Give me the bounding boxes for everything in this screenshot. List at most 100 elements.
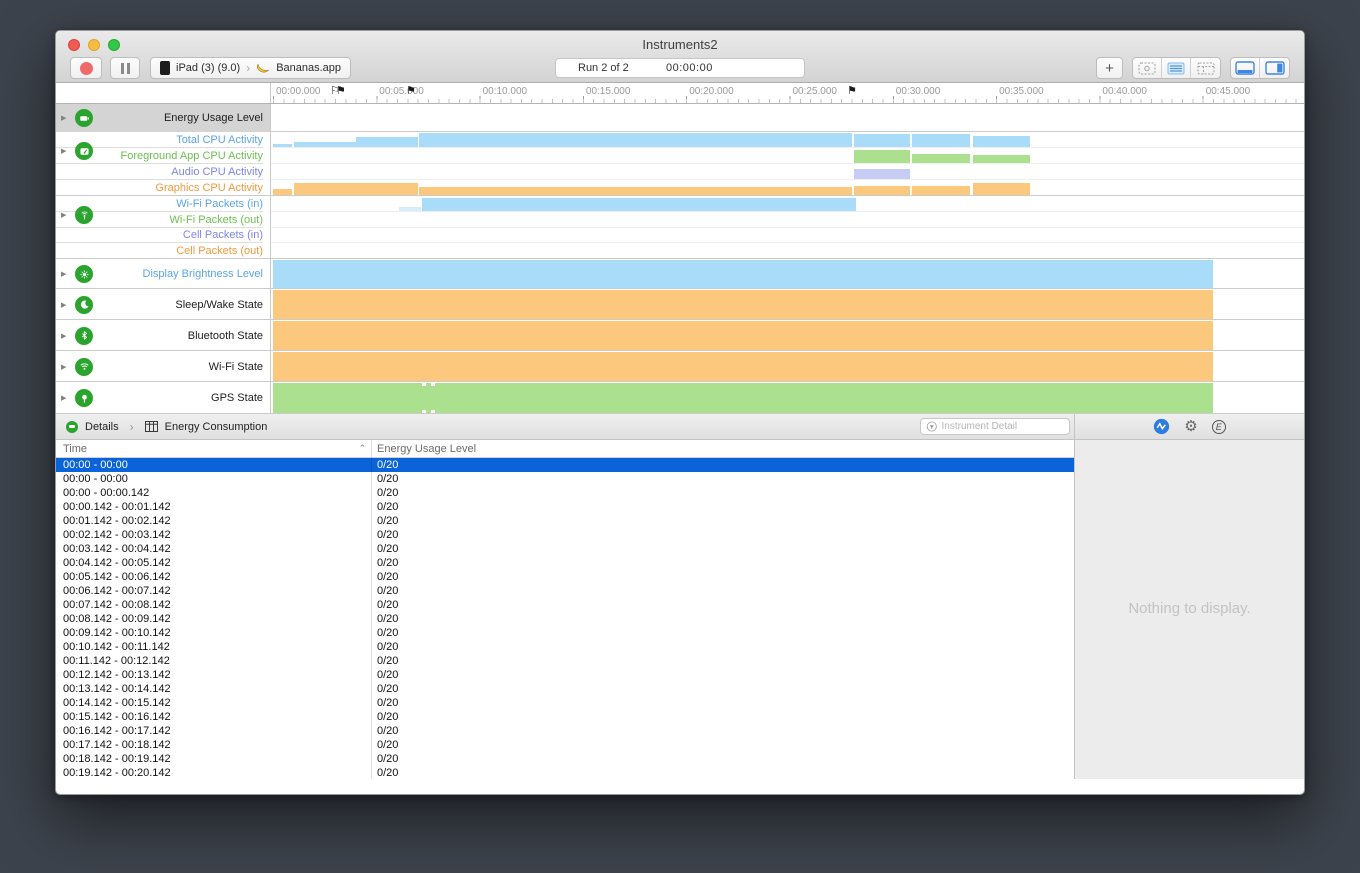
table-row[interactable]: 00:09.142 - 00:10.1420/20 <box>56 626 1074 640</box>
window-title: Instruments2 <box>56 37 1304 52</box>
track-lane <box>271 164 1304 180</box>
ruler-tick-label: 00:20.000 <box>689 86 734 97</box>
disclosure-triangle-icon[interactable]: ▶ <box>61 114 69 122</box>
column-header-energy[interactable]: Energy Usage Level <box>371 443 476 455</box>
right-pane-toggle[interactable] <box>1260 58 1289 78</box>
extended-detail-icon[interactable]: E <box>1212 420 1226 434</box>
table-row[interactable]: 00:13.142 - 00:14.1420/20 <box>56 682 1074 696</box>
instrument-detail-search[interactable] <box>920 418 1070 435</box>
table-row[interactable]: 00:05.142 - 00:06.1420/20 <box>56 570 1074 584</box>
table-row[interactable]: 00:11.142 - 00:12.1420/20 <box>56 654 1074 668</box>
table-row[interactable]: 00:04.142 - 00:05.1420/20 <box>56 556 1074 570</box>
track-plot-area <box>271 104 1304 132</box>
track-row[interactable]: ▶Total CPU ActivityForeground App CPU Ac… <box>56 132 1304 196</box>
timeline-flag-icon[interactable]: ⚑ <box>847 84 853 97</box>
timeline-flag-icon[interactable]: ⚐⚑ <box>330 84 342 97</box>
activity-bar <box>854 134 910 147</box>
disclosure-triangle-icon[interactable]: ▶ <box>61 332 69 340</box>
track-row[interactable]: ▶Sleep/Wake State <box>56 289 1304 320</box>
instrument-icon <box>66 421 78 433</box>
column-divider[interactable] <box>371 440 372 779</box>
disclosure-triangle-icon[interactable]: ▶ <box>61 301 69 309</box>
add-instrument-button[interactable]: + <box>1096 57 1123 79</box>
disclosure-triangle-icon[interactable]: ▶ <box>61 363 69 371</box>
table-row[interactable]: 00:03.142 - 00:04.1420/20 <box>56 542 1074 556</box>
bottom-pane-toggle[interactable] <box>1231 58 1260 78</box>
cell-energy-level: 0/20 <box>371 641 398 653</box>
track-label-cell[interactable]: ▶Wi-Fi State <box>56 351 271 382</box>
track-head: ▶ <box>61 142 93 160</box>
cell-time: 00:06.142 - 00:07.142 <box>56 585 371 597</box>
timeline-flag-icon[interactable]: ⚑ <box>406 84 412 97</box>
table-row[interactable]: 00:00.142 - 00:01.1420/20 <box>56 500 1074 514</box>
table-row[interactable]: 00:18.142 - 00:19.1420/20 <box>56 752 1074 766</box>
disclosure-triangle-icon[interactable]: ▶ <box>61 270 69 278</box>
table-row[interactable]: 00:00 - 00:00.1420/20 <box>56 486 1074 500</box>
cell-time: 00:05.142 - 00:06.142 <box>56 571 371 583</box>
activity-bar <box>419 133 852 147</box>
table-row[interactable]: 00:12.142 - 00:13.1420/20 <box>56 668 1074 682</box>
device-name: iPad (3) (9.0) <box>176 62 240 74</box>
track-lane <box>271 259 1304 289</box>
activity-bar <box>912 134 970 147</box>
activity-bar <box>356 183 418 195</box>
table-row[interactable]: 00:10.142 - 00:11.1420/20 <box>56 640 1074 654</box>
table-row[interactable]: 00:07.142 - 00:08.1420/20 <box>56 598 1074 612</box>
track-head: ▶ <box>61 109 93 127</box>
table-row[interactable]: 00:00 - 00:000/20 <box>56 458 1074 472</box>
track-label-cell[interactable]: ▶Wi-Fi Packets (in)Wi-Fi Packets (out)Ce… <box>56 196 271 259</box>
track-row[interactable]: ▶Wi-Fi Packets (in)Wi-Fi Packets (out)Ce… <box>56 196 1304 259</box>
table-row[interactable]: 00:06.142 - 00:07.1420/20 <box>56 584 1074 598</box>
table-row[interactable]: 00:14.142 - 00:15.1420/20 <box>56 696 1074 710</box>
table-row[interactable]: 00:08.142 - 00:09.1420/20 <box>56 612 1074 626</box>
ruler-track[interactable]: 00:00.00000:05.00000:10.00000:15.00000:2… <box>271 83 1304 103</box>
track-row[interactable]: ▶Energy Usage Level <box>56 104 1304 132</box>
list-view-button[interactable] <box>1162 58 1191 78</box>
track-row[interactable]: ▶Display Brightness Level <box>56 259 1304 289</box>
track-label-cell[interactable]: ▶Sleep/Wake State <box>56 289 271 320</box>
track-label-cell[interactable]: ▶Bluetooth State <box>56 320 271 351</box>
breadcrumb-instrument[interactable]: Energy Consumption <box>165 421 268 433</box>
table-row[interactable]: 00:19.142 - 00:20.1420/20 <box>56 766 1074 779</box>
column-header-time[interactable]: Time ⌃ <box>56 443 371 455</box>
track-label-cell[interactable]: ▶Energy Usage Level <box>56 104 271 132</box>
banana-icon <box>256 62 270 74</box>
activity-bar <box>273 290 1213 319</box>
table-row[interactable]: 00:01.142 - 00:02.1420/20 <box>56 514 1074 528</box>
gear-icon[interactable]: ⚙ <box>1184 419 1197 434</box>
table-body[interactable]: 00:00 - 00:000/2000:00 - 00:000/2000:00 … <box>56 458 1074 779</box>
target-selector[interactable]: iPad (3) (9.0) › Bananas.app <box>150 57 351 79</box>
record-settings-icon[interactable] <box>1153 418 1170 435</box>
run-time-display[interactable]: Run 2 of 2 00:00:00 <box>555 58 805 78</box>
track-label-cell[interactable]: ▶GPS State <box>56 382 271 414</box>
disclosure-triangle-icon[interactable]: ▶ <box>61 394 69 402</box>
breadcrumb-details[interactable]: Details <box>85 421 119 433</box>
table-row[interactable]: 00:16.142 - 00:17.1420/20 <box>56 724 1074 738</box>
track-row[interactable]: ▶GPS State <box>56 382 1304 414</box>
record-button[interactable] <box>70 57 102 79</box>
cell-energy-level: 0/20 <box>371 473 398 485</box>
activity-bar <box>854 186 910 195</box>
disclosure-triangle-icon[interactable]: ▶ <box>61 147 69 155</box>
disclosure-triangle-icon[interactable]: ▶ <box>61 211 69 219</box>
table-row[interactable]: 00:17.142 - 00:18.1420/20 <box>56 738 1074 752</box>
track-row[interactable]: ▶Bluetooth State <box>56 320 1304 351</box>
activity-bar <box>854 169 910 179</box>
cell-time: 00:00 - 00:00.142 <box>56 487 371 499</box>
cell-energy-level: 0/20 <box>371 543 398 555</box>
table-view-button[interactable] <box>1191 58 1220 78</box>
table-row[interactable]: 00:00 - 00:000/20 <box>56 472 1074 486</box>
activity-bar <box>273 383 1213 413</box>
state-change-marker <box>422 410 426 413</box>
track-row[interactable]: ▶Wi-Fi State <box>56 351 1304 382</box>
strategy-view-button[interactable] <box>1133 58 1162 78</box>
activity-bar <box>422 198 856 211</box>
search-input[interactable] <box>942 421 1064 432</box>
cell-energy-level: 0/20 <box>371 459 398 471</box>
track-label-cell[interactable]: ▶Display Brightness Level <box>56 259 271 289</box>
track-label-cell[interactable]: ▶Total CPU ActivityForeground App CPU Ac… <box>56 132 271 196</box>
table-row[interactable]: 00:02.142 - 00:03.1420/20 <box>56 528 1074 542</box>
toolbar-right: + <box>1096 57 1290 79</box>
table-row[interactable]: 00:15.142 - 00:16.1420/20 <box>56 710 1074 724</box>
pause-button[interactable] <box>110 57 140 79</box>
